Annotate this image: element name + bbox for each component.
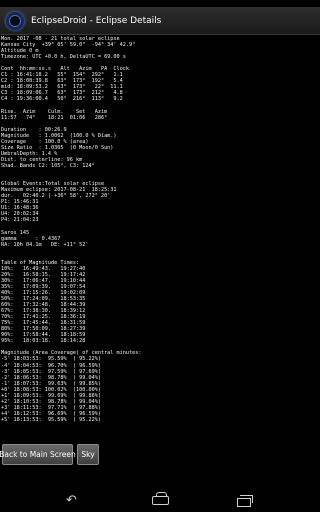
solar-eclipse-icon [6, 11, 24, 30]
detail-line: +5' 18:13:53: 95.59% ( 95.22%) [1, 416, 101, 423]
window-title: EclipseDroid - Eclipse Details [31, 15, 162, 26]
title-bar: EclipseDroid - Eclipse Details [0, 7, 320, 34]
status-bar [0, 0, 320, 7]
back-arrow-icon[interactable]: ↶ [66, 493, 77, 508]
back-to-main-screen-button[interactable]: Back to Main Screen [0, 444, 76, 465]
navigation-bar: ↶ [0, 490, 320, 512]
eclipse-details-text[interactable]: Mon. 2017 -08 - 21 total solar eclipse Ka… [0, 35, 320, 442]
sky-button[interactable]: Sky [77, 444, 99, 465]
recent-apps-icon[interactable] [237, 495, 253, 507]
home-icon[interactable] [152, 492, 169, 505]
button-row: Back to Main Screen Sky [0, 444, 320, 466]
